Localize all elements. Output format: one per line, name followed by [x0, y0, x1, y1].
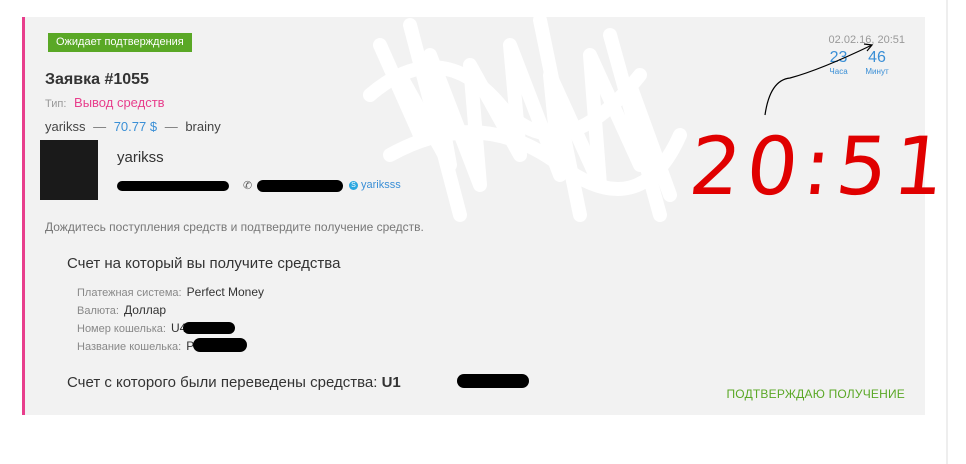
from-account-value: U1 [381, 374, 401, 391]
order-title: Заявка #1055 [45, 71, 149, 88]
info-label: Платежная система: [77, 287, 182, 299]
confirm-receipt-button[interactable]: ПОДТВЕРЖДАЮ ПОЛУЧЕНИЕ [726, 387, 905, 401]
redacted-phone [257, 180, 343, 192]
receive-section-title: Счет на который вы получите средства [67, 255, 341, 272]
redacted-wallet-number [183, 322, 235, 334]
info-value: Perfect Money [186, 285, 265, 299]
transfer-summary: yarikss — 70.77 $ — brainy [45, 119, 221, 134]
redacted-from-account [457, 374, 529, 388]
redacted-email [117, 181, 229, 191]
info-value: Доллар [124, 303, 167, 317]
page-edge [946, 0, 948, 464]
from-account: Счет с которого были переведены средства… [67, 374, 401, 391]
transfer-from-user[interactable]: yarikss [45, 119, 85, 134]
from-account-label: Счет с которого были переведены средства… [67, 374, 378, 391]
transfer-to-user[interactable]: brainy [185, 119, 220, 134]
info-row-payment-system: Платежная система: Perfect Money [77, 285, 264, 299]
info-label: Номер кошелька: [77, 323, 166, 335]
transfer-dash: — [93, 119, 107, 134]
skype-icon: S [349, 181, 358, 190]
info-row-wallet-number: Номер кошелька: U4 [77, 321, 186, 335]
transfer-amount: 70.77 $ [113, 119, 158, 134]
annotation-time: 20:51 [685, 120, 956, 213]
phone-icon: ✆ [243, 180, 253, 192]
info-row-currency: Валюта: Доллар [77, 303, 166, 317]
avatar[interactable] [40, 140, 98, 200]
redacted-wallet-name [193, 338, 247, 352]
order-type-label: Тип: [45, 98, 67, 110]
user-name[interactable]: yarikss [117, 149, 164, 166]
order-type-row: Тип: Вывод средств [45, 95, 165, 110]
info-label: Название кошелька: [77, 341, 182, 353]
order-type-value: Вывод средств [74, 95, 165, 110]
info-row-wallet-name: Название кошелька: P [77, 339, 194, 353]
white-scribble-redaction [363, 15, 687, 222]
transfer-dash: — [164, 119, 178, 134]
status-badge: Ожидает подтверждения [48, 33, 192, 52]
annotation-arrow [764, 43, 874, 116]
info-label: Валюта: [77, 305, 119, 317]
